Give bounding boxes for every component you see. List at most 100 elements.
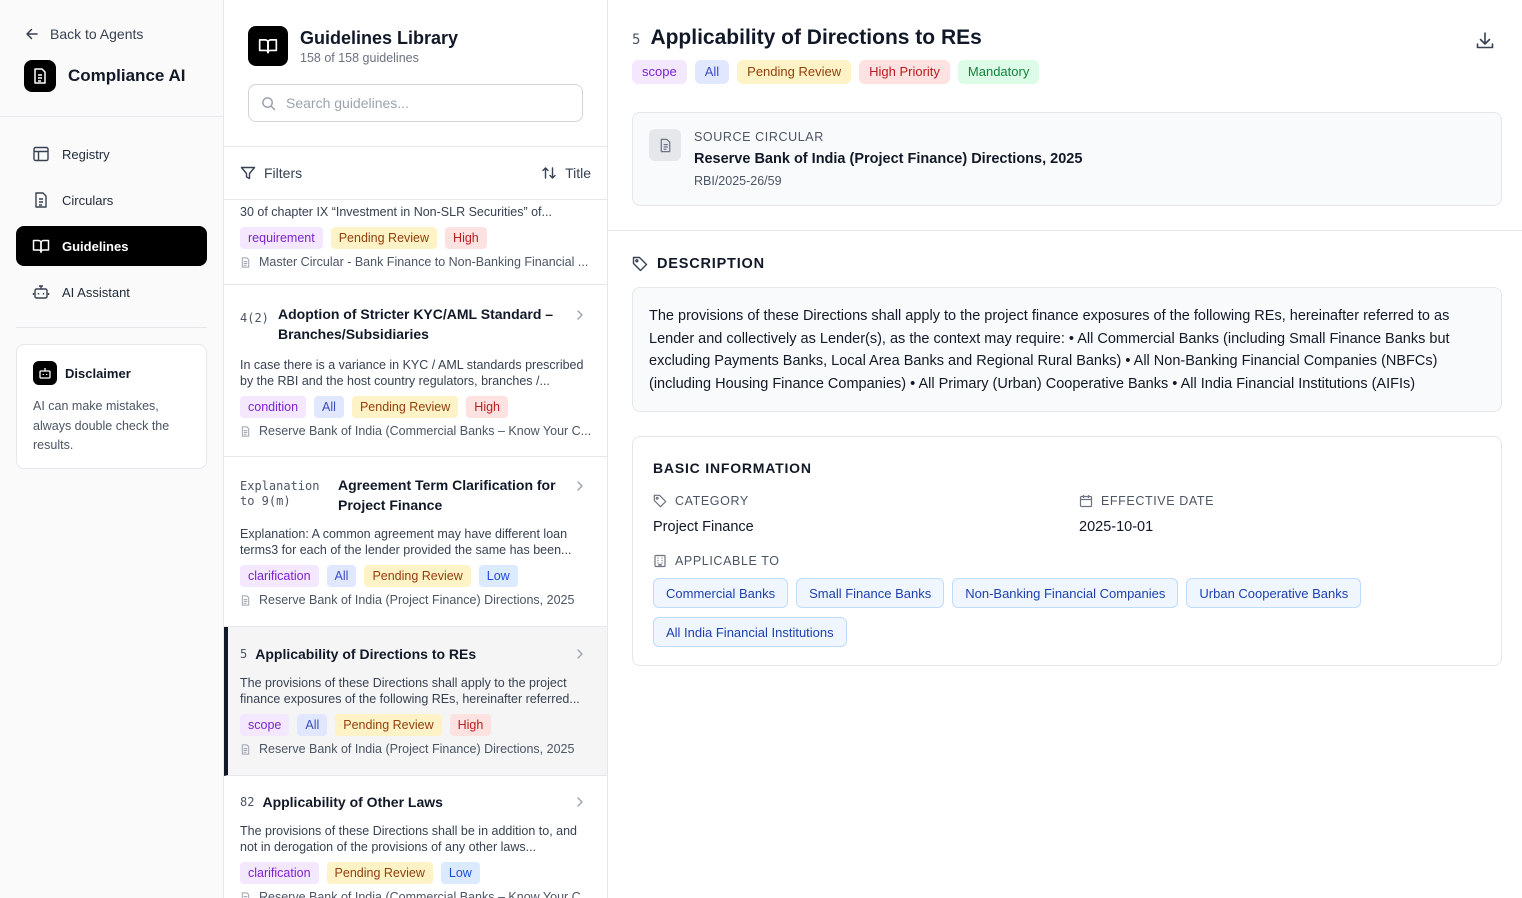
guideline-tags: scope All Pending Review High (240, 714, 492, 736)
book-open-icon (248, 26, 288, 66)
arrow-left-icon (26, 28, 38, 40)
book-open-icon (32, 239, 50, 253)
guideline-number: 5 (240, 647, 248, 661)
document-icon (35, 192, 47, 208)
back-label: Back to Agents (50, 26, 144, 42)
sort-icon (542, 167, 556, 179)
guideline-item-selected[interactable]: 5 Applicability of Directions to REs The… (224, 627, 607, 776)
main-nav: Registry Circulars Guidelines AI Assista… (16, 134, 207, 318)
nav-item-registry[interactable]: Registry (16, 134, 207, 174)
chevron-right-icon (577, 310, 583, 320)
nav-divider (16, 327, 207, 328)
brand: Compliance AI (24, 60, 185, 92)
table-icon (33, 146, 49, 162)
source-text: Reserve Bank of India (Commercial Banks … (259, 424, 590, 438)
nav-item-circulars[interactable]: Circulars (16, 180, 207, 220)
source-text: Reserve Bank of India (Commercial Banks … (259, 890, 590, 898)
guideline-detail: 5 Applicability of Directions to REs sco… (608, 0, 1522, 898)
disclaimer-card: Disclaimer AI can make mistakes, always … (16, 344, 207, 469)
basic-information-card: BASIC INFORMATION CATEGORY Project Finan… (632, 436, 1502, 666)
guideline-title: Applicability of Other Laws (262, 794, 443, 810)
source-circular-card: SOURCE CIRCULAR Reserve Bank of India (P… (632, 112, 1502, 206)
source-text: Reserve Bank of India (Project Finance) … (259, 593, 575, 607)
divider (224, 146, 607, 147)
source-text: Master Circular - Bank Finance to Non-Ba… (259, 255, 589, 269)
filters-button[interactable]: Filters (240, 165, 302, 181)
guideline-desc: In case there is a variance in KYC / AML… (240, 358, 584, 388)
status-tag: Pending Review (351, 396, 459, 418)
status-tag: Pending Review (364, 565, 471, 587)
tag-icon (632, 256, 648, 272)
tag-icon (653, 494, 667, 508)
applicable-chip[interactable]: Non-Banking Financial Companies (952, 578, 1179, 608)
description-text: The provisions of these Directions shall… (632, 287, 1502, 412)
guideline-item[interactable]: 82 Applicability of Other Laws The provi… (224, 776, 607, 898)
effective-date-label: EFFECTIVE DATE (1079, 494, 1214, 508)
brand-logo (24, 60, 56, 92)
divider (608, 230, 1522, 231)
guideline-title: Agreement Term Clarification for Project… (338, 477, 556, 513)
bot-icon (32, 285, 50, 299)
library-title: Guidelines Library (300, 28, 459, 48)
guidelines-list: 30 of chapter IX “Investment in Non-SLR … (224, 200, 607, 898)
priority-tag: Low (440, 862, 480, 884)
document-icon (34, 68, 46, 84)
sort-button[interactable]: Title (541, 165, 591, 181)
guideline-number: 82 (240, 795, 255, 809)
guideline-item[interactable]: Explanation to 9(m) Agreement Term Clari… (224, 457, 607, 627)
calendar-icon (1079, 495, 1093, 508)
guideline-tags: clarification All Pending Review Low (240, 565, 518, 587)
library-count: 158 of 158 guidelines (300, 51, 419, 65)
filter-sort-bar: Filters Title (240, 160, 591, 186)
disclaimer-text: AI can make mistakes, always double chec… (33, 399, 170, 452)
scope-tag: All (326, 565, 357, 587)
guideline-number: Explanation to 9(m) (240, 479, 320, 508)
detail-title: Applicability of Directions to REs (650, 26, 982, 49)
type-tag: clarification (240, 862, 319, 884)
nav-label: Guidelines (62, 238, 129, 254)
brand-name: Compliance AI (68, 66, 186, 85)
type-tag: scope (240, 714, 290, 736)
nav-item-ai-assistant[interactable]: AI Assistant (16, 272, 207, 312)
chevron-right-icon (577, 481, 583, 491)
chevron-right-icon (577, 797, 583, 807)
priority-tag: High Priority (859, 60, 950, 84)
guideline-title: Applicability of Directions to REs (255, 646, 477, 662)
priority-tag: Low (478, 565, 518, 587)
document-icon (241, 256, 250, 268)
filter-icon (240, 166, 256, 180)
guideline-tags: requirement Pending Review High (240, 227, 487, 249)
guideline-desc: Explanation: A common agreement may have… (240, 527, 572, 557)
guideline-number: 4(2) (240, 311, 269, 325)
category-value: Project Finance (653, 519, 754, 535)
search-input[interactable] (286, 95, 566, 111)
download-icon[interactable] (1474, 30, 1496, 52)
applicable-to-label: APPLICABLE TO (653, 554, 780, 568)
guideline-source: Reserve Bank of India (Commercial Banks … (240, 890, 590, 898)
nav-item-guidelines[interactable]: Guidelines (16, 226, 207, 266)
guideline-item[interactable]: 30 of chapter IX “Investment in Non-SLR … (224, 200, 607, 285)
status-tag: Pending Review (330, 227, 438, 249)
scope-tag: All (297, 714, 328, 736)
guideline-source: Reserve Bank of India (Project Finance) … (240, 742, 590, 756)
guideline-source: Reserve Bank of India (Commercial Banks … (240, 424, 590, 438)
building-icon (654, 554, 666, 568)
guideline-tags: clarification Pending Review Low (240, 862, 480, 884)
type-tag: condition (240, 396, 307, 418)
sidebar: Back to Agents Compliance AI Registry Ci… (0, 0, 224, 898)
basic-info-label: BASIC INFORMATION (653, 460, 812, 476)
guideline-item[interactable]: 4(2) Adoption of Stricter KYC/AML Standa… (224, 286, 607, 457)
applicable-chip[interactable]: All India Financial Institutions (653, 617, 847, 647)
back-to-agents-link[interactable]: Back to Agents (24, 24, 143, 44)
source-text: Reserve Bank of India (Project Finance) … (259, 742, 575, 756)
description-label: DESCRIPTION (657, 256, 765, 272)
applicable-chip[interactable]: Commercial Banks (653, 578, 789, 608)
detail-tags: scope All Pending Review High Priority M… (632, 60, 1040, 84)
disclaimer-title: Disclaimer (65, 365, 131, 381)
effective-date-value: 2025-10-01 (1079, 519, 1154, 535)
applicable-chip[interactable]: Small Finance Banks (796, 578, 945, 608)
document-icon (649, 129, 681, 161)
applicable-chip[interactable]: Urban Cooperative Banks (1186, 578, 1362, 608)
guideline-desc: 30 of chapter IX “Investment in Non-SLR … (240, 205, 552, 219)
guideline-desc: The provisions of these Directions shall… (240, 676, 580, 706)
